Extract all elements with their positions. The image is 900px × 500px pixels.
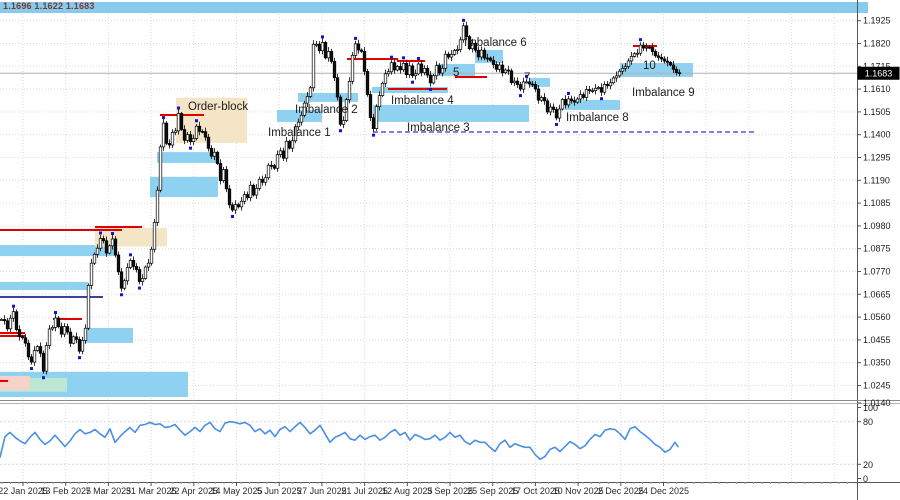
zone-label: Imbalance 8 xyxy=(566,112,629,124)
zone-label: Imbalance 9 xyxy=(632,87,695,99)
price-tick-label: 1.0875 xyxy=(863,244,891,254)
indicator-level-label: 80 xyxy=(863,417,873,427)
candlestick-series xyxy=(0,22,681,375)
zone-label: 10 xyxy=(643,60,656,72)
price-tick-label: 1.1190 xyxy=(863,175,890,185)
imbalance-zones xyxy=(0,2,868,397)
ohlc-values-label: 1.1696 1.1622 1.1683 xyxy=(3,1,95,11)
indicator-level-label: 100 xyxy=(863,403,878,413)
price-tick-label: 1.0560 xyxy=(863,312,891,322)
imbalance-zone-mid-2 xyxy=(157,152,216,163)
date-tick-label: 7 Mar 2025 xyxy=(86,486,132,496)
price-tick-label: 1.1610 xyxy=(863,84,891,94)
indicator-line xyxy=(0,422,678,460)
price-tick-label: 1.0770 xyxy=(863,266,891,276)
price-tick-label: 1.0980 xyxy=(863,221,891,231)
zone-label: Imbalance 4 xyxy=(391,95,454,107)
zone-label: Imbalance 6 xyxy=(464,37,527,49)
imbalance-zone-left-2 xyxy=(0,282,88,290)
zone-label: Imbalance 2 xyxy=(295,104,358,116)
date-tick-label: 14 May 2025 xyxy=(210,486,262,496)
price-tick-label: 1.0245 xyxy=(863,380,891,390)
date-tick-label: 5 Jun 2025 xyxy=(257,486,302,496)
zone-label: Imbalance 1 xyxy=(268,127,331,139)
date-tick-label: 13 Feb 2025 xyxy=(40,486,91,496)
date-tick-label: 12 Aug 2025 xyxy=(382,486,433,496)
imbalance-7-zone xyxy=(530,78,550,87)
imbalance-3-zone xyxy=(373,105,529,122)
zone-label: 7 xyxy=(524,72,530,84)
price-tick-label: 1.1400 xyxy=(863,130,891,140)
price-tick-label: 1.0665 xyxy=(863,289,891,299)
price-tick-label: 1.1295 xyxy=(863,152,891,162)
zone-label: Order-block xyxy=(188,101,248,113)
price-tick-label: 1.0350 xyxy=(863,358,891,368)
zone-label: Imbalance 3 xyxy=(407,122,470,134)
date-tick-label: 10 Nov 2025 xyxy=(553,486,604,496)
date-tick-label: 21 Jul 2025 xyxy=(341,486,388,496)
trading-chart-window: Order-block Imbalance 1 Imbalance 2 Imbalan… xyxy=(0,0,900,500)
time-axis[interactable]: 22 Jan 202513 Feb 20257 Mar 202531 Mar 2… xyxy=(0,482,900,496)
top-imbalance-band xyxy=(0,2,868,13)
date-tick-label: 24 Dec 2025 xyxy=(638,486,689,496)
current-price-tag: 1.1683 xyxy=(858,67,900,80)
imbalance-9-zone xyxy=(620,63,693,77)
imbalance-zone-left-3 xyxy=(85,328,133,343)
indicator-level-label: 20 xyxy=(863,460,873,470)
price-tick-label: 1.1925 xyxy=(863,16,891,26)
grid xyxy=(0,14,857,482)
chart-canvas[interactable]: Order-block Imbalance 1 Imbalance 2 Imbalan… xyxy=(0,0,900,500)
oscillator-panel[interactable] xyxy=(0,422,678,460)
price-tick-label: 1.1505 xyxy=(863,107,891,117)
price-tick-label: 1.1085 xyxy=(863,198,891,208)
svg-text:1.1683: 1.1683 xyxy=(865,69,893,79)
date-tick-label: 3 Sep 2025 xyxy=(427,486,473,496)
date-tick-label: 27 Jun 2025 xyxy=(297,486,347,496)
demand-zone-pink xyxy=(0,376,30,390)
zone-label: 5 xyxy=(453,67,459,79)
date-tick-label: 2 Dec 2025 xyxy=(598,486,644,496)
price-tick-label: 1.0455 xyxy=(863,335,891,345)
price-tick-label: 1.1820 xyxy=(863,38,891,48)
